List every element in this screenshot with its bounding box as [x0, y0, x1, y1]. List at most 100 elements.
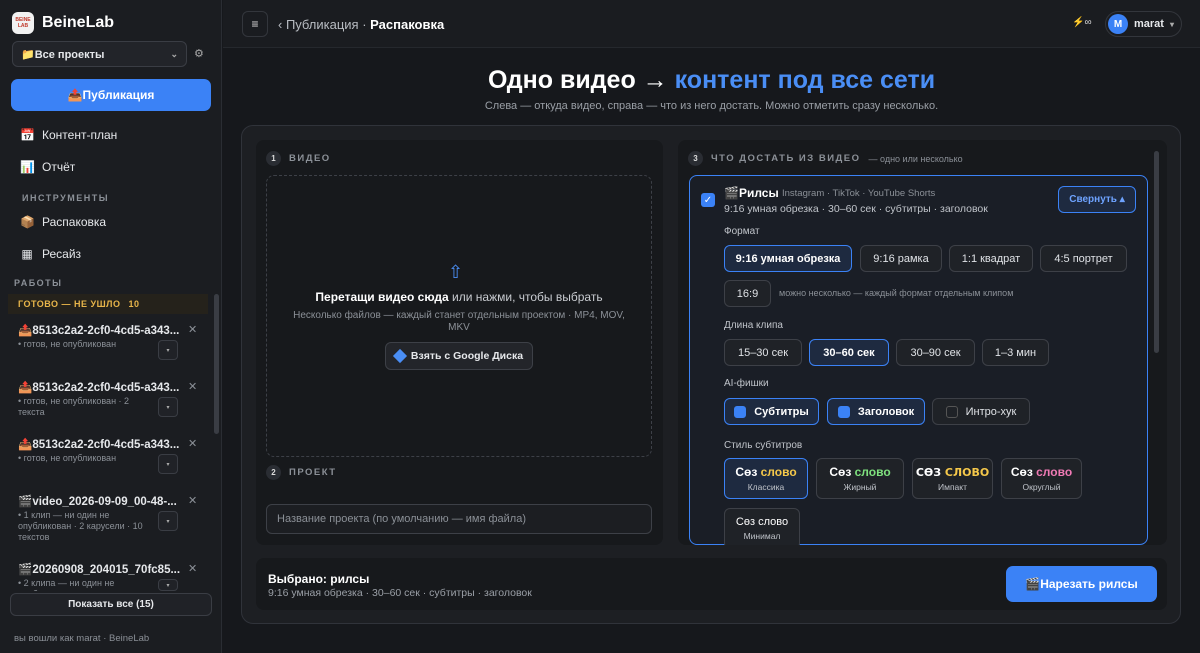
job-menu-button[interactable]: ▾: [158, 511, 178, 531]
sidebar-scrollbar[interactable]: [214, 294, 219, 434]
checkbox-icon: [837, 405, 850, 418]
sidebar-item-label: Ресайз: [42, 247, 82, 261]
logo-icon: BEINE LAB: [12, 12, 34, 34]
user-menu[interactable]: M marat ▾: [1105, 11, 1182, 37]
style-chip-classic[interactable]: Сөз слово Классика: [724, 458, 808, 499]
length-chip[interactable]: 15–30 сек: [724, 339, 802, 366]
menu-icon[interactable]: ≡: [242, 11, 268, 37]
sidebar: BEINE LAB BeineLab 📁Все проекты ⌄ ⚙ 📤Пуб…: [0, 0, 222, 653]
format-chip[interactable]: 16:9: [724, 280, 771, 307]
length-label: Длина клипа: [724, 320, 783, 331]
dropzone-text: Перетащи видео сюда или нажми, чтобы выб…: [315, 290, 603, 304]
project-select[interactable]: 📁Все проекты ⌄: [12, 41, 187, 67]
job-menu-button[interactable]: ▾: [158, 454, 178, 474]
job-menu-button[interactable]: ▾: [158, 579, 178, 591]
tools-section-label: ИНСТРУМЕНТЫ: [22, 193, 110, 203]
job-menu-button[interactable]: ▾: [158, 397, 178, 417]
format-note: можно несколько — каждый формат отдельны…: [779, 288, 1014, 298]
job-title: 📤8513c2a2-2cf0-4cd5-a343...: [18, 382, 180, 394]
google-drive-button[interactable]: Взять с Google Диска: [385, 342, 533, 370]
breadcrumb-back[interactable]: ‹ Публикация ·: [278, 17, 370, 32]
close-icon[interactable]: ✕: [188, 494, 197, 507]
format-chip[interactable]: 1:1 квадрат: [949, 245, 1033, 272]
page-subtitle: Слева — откуда видео, справа — что из не…: [484, 100, 939, 112]
gear-icon[interactable]: ⚙: [194, 47, 204, 60]
cut-reels-button[interactable]: 🎬Нарезать рилсы: [1006, 566, 1157, 602]
step-output: 3 ЧТО ДОСТАТЬ ИЗ ВИДЕО — одно или нескольк…: [688, 151, 963, 166]
close-icon[interactable]: ✕: [188, 562, 197, 575]
ai-chip-hook[interactable]: Интро-хук: [932, 398, 1030, 425]
job-meta: • 1 клип — ни один не опубликован · 2 ка…: [18, 510, 143, 542]
job-meta: • 2 клипа — ни один не опубликован: [18, 578, 115, 591]
style-chip-clip: Сөз слово Минимал: [724, 508, 804, 545]
sidebar-footer: вы вошли как marat · BeineLab: [14, 633, 150, 644]
style-chip-minimal[interactable]: Сөз слово Минимал: [724, 508, 800, 545]
jobs-section-label: РАБОТЫ: [14, 278, 63, 288]
length-chip[interactable]: 30–90 сек: [896, 339, 975, 366]
step-video: 1 ВИДЕО: [266, 151, 331, 166]
chevron-down-icon: ⌄: [170, 48, 178, 59]
breadcrumb: ‹ Публикация · Распаковка: [278, 17, 444, 32]
length-chip[interactable]: 30–60 сек: [809, 339, 889, 366]
step-project: 2 ПРОЕКТ: [266, 465, 337, 480]
reels-title: 🎬Рилсы: [724, 186, 779, 200]
close-icon[interactable]: ✕: [188, 323, 197, 336]
options-scrollbar[interactable]: [1154, 151, 1159, 353]
style-chip-rounded[interactable]: Сөз слово Округлый: [1001, 458, 1082, 499]
style-chip-bold[interactable]: Сөз слово Жирный: [816, 458, 904, 499]
job-title: 📤8513c2a2-2cf0-4cd5-a343...: [18, 439, 180, 451]
ai-chip-title[interactable]: Заголовок: [827, 398, 925, 425]
ai-label: AI-фишки: [724, 378, 769, 389]
ready-group-header[interactable]: ГОТОВО — НЕ УШЛО 10: [8, 294, 208, 314]
publish-button[interactable]: 📤Публикация: [11, 79, 211, 111]
reels-summary: 9:16 умная обрезка · 30–60 сек · субтитр…: [724, 203, 988, 215]
format-chip[interactable]: 9:16 рамка: [860, 245, 942, 272]
collapse-button[interactable]: Свернуть ▴: [1058, 186, 1136, 213]
ai-chip-subtitles[interactable]: Субтитры: [724, 398, 819, 425]
brand-name: BeineLab: [42, 14, 115, 31]
app-root: BEINE LAB BeineLab 📁Все проекты ⌄ ⚙ 📤Пуб…: [0, 0, 1200, 653]
show-all-button[interactable]: Показать все (15): [10, 593, 212, 616]
sidebar-item-label: Контент-план: [42, 128, 118, 142]
sidebar-item-report[interactable]: 📊 Отчёт: [20, 160, 75, 174]
ready-label: ГОТОВО — НЕ УШЛО: [18, 299, 121, 309]
calendar-icon: 📅: [20, 128, 35, 142]
brand[interactable]: BEINE LAB BeineLab: [12, 12, 114, 34]
package-icon: 📦: [20, 215, 35, 229]
dropzone-hint: Несколько файлов — каждый станет отдельн…: [293, 310, 625, 333]
breadcrumb-current: Распаковка: [370, 17, 445, 32]
sidebar-item-unpack[interactable]: 📦 Распаковка: [20, 215, 106, 229]
checkbox-icon: [734, 405, 747, 418]
close-icon[interactable]: ✕: [188, 380, 197, 393]
subtitle-style-label: Стиль субтитров: [724, 440, 803, 451]
format-chip[interactable]: 4:5 портрет: [1040, 245, 1127, 272]
topbar: ≡ ‹ Публикация · Распаковка ⚡∞ M marat ▾: [223, 0, 1200, 48]
project-select-value: 📁Все проекты: [21, 48, 105, 61]
format-label: Формат: [724, 226, 760, 237]
project-name-input[interactable]: [266, 504, 652, 534]
job-title: 🎬video_2026-09-09_00-48-...: [18, 496, 177, 508]
reels-platforms: Instagram · TikTok · YouTube Shorts: [782, 188, 936, 199]
job-meta: • готов, не опубликован: [18, 339, 117, 349]
job-menu-button[interactable]: ▾: [158, 340, 178, 360]
selection-title: Выбрано: рилсы: [268, 572, 370, 586]
selection-summary: 9:16 умная обрезка · 30–60 сек · субтитр…: [268, 587, 532, 599]
format-chip[interactable]: 9:16 умная обрезка: [724, 245, 852, 272]
job-meta: • готов, не опубликован: [18, 453, 117, 463]
credits-indicator: ⚡∞: [1072, 17, 1092, 28]
sidebar-item-label: Распаковка: [42, 215, 107, 229]
style-chip-impact[interactable]: СӨЗ СЛОВО Импакт: [912, 458, 993, 499]
close-icon[interactable]: ✕: [188, 437, 197, 450]
sidebar-item-resize[interactable]: ▦ Ресайз: [20, 247, 81, 261]
chart-icon: 📊: [20, 160, 35, 174]
job-title: 📤8513c2a2-2cf0-4cd5-a343...: [18, 325, 180, 337]
sidebar-item-label: Отчёт: [42, 160, 76, 174]
job-meta: • готов, не опубликован · 2 текста: [18, 396, 130, 417]
user-name: marat: [1134, 18, 1164, 30]
sidebar-item-content-plan[interactable]: 📅 Контент-план: [20, 128, 117, 142]
checkbox-icon: [945, 405, 958, 418]
upload-icon: ⇧: [448, 262, 464, 282]
job-title: 🎬20260908_204015_70fc85...: [18, 564, 181, 576]
length-chip[interactable]: 1–3 мин: [982, 339, 1049, 366]
reels-checkbox[interactable]: ✓: [701, 193, 715, 207]
